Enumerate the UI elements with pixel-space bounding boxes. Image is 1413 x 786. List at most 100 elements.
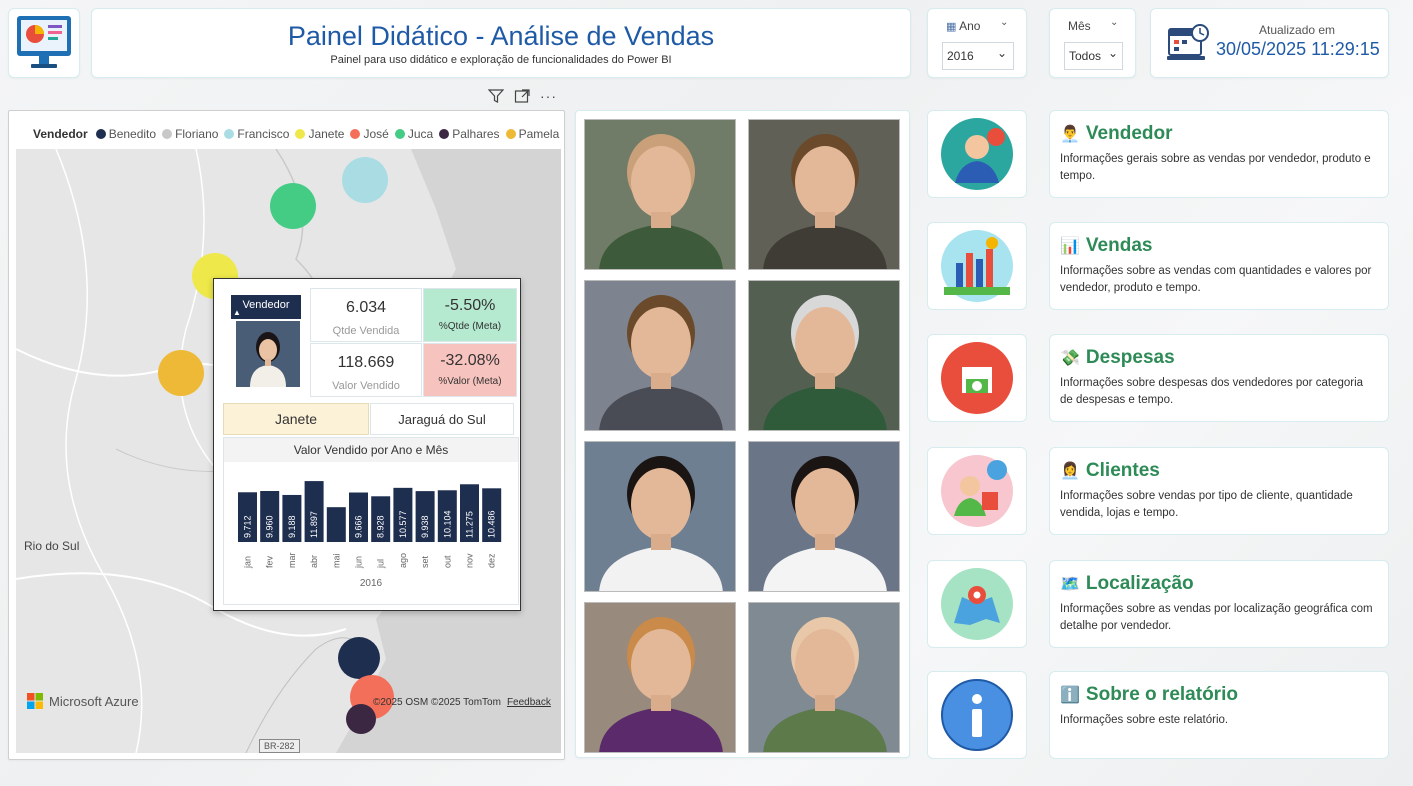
- legend-label: Juca: [407, 127, 434, 141]
- nav-card-title[interactable]: 📊 Vendas: [1060, 235, 1378, 257]
- vendor-portrait[interactable]: [584, 119, 736, 270]
- nav-card-title[interactable]: 🗺️ Localização: [1060, 573, 1378, 595]
- nav-title-text: Vendas: [1085, 235, 1153, 256]
- legend-item-janete[interactable]: Janete: [295, 127, 344, 141]
- filter-icon[interactable]: [487, 89, 505, 106]
- bar-data-label: 11.275: [465, 511, 475, 538]
- nav-emoji-icon: 🗺️: [1060, 576, 1080, 593]
- nav-icon-4[interactable]: [927, 560, 1027, 648]
- ano-slicer-label: ▦ Ano: [946, 19, 980, 33]
- valor-chart: Valor Vendido por Ano e Mês 9.712 jan 9.96…: [223, 437, 519, 605]
- legend-title: Vendedor: [33, 127, 88, 141]
- legend-dot: [350, 129, 361, 139]
- legend-item-benedito[interactable]: Benedito: [95, 127, 157, 141]
- qtde-vendida-value: 6.034: [345, 299, 387, 316]
- legend-dot: [394, 129, 405, 139]
- vendor-portrait[interactable]: [584, 280, 736, 431]
- vendor-portrait[interactable]: [584, 602, 736, 753]
- legend-label: Palhares: [452, 127, 500, 141]
- legend-item-juca[interactable]: Juca: [394, 127, 434, 141]
- chevron-down-icon[interactable]: ⌄: [1110, 17, 1118, 28]
- chevron-down-icon[interactable]: ⌄: [1000, 17, 1008, 28]
- map-bubble-pamela[interactable]: [158, 350, 204, 396]
- qtde-meta-value: -5.50%: [444, 297, 496, 314]
- bar-data-label: 10.577: [398, 510, 408, 538]
- x-tick-label: nov: [465, 553, 475, 568]
- legend-item-palhares[interactable]: Palhares: [439, 127, 500, 141]
- valor-meta-card: -32.08% %Valor (Meta): [423, 343, 517, 397]
- nav-card-clientes[interactable]: 👩‍💼 Clientes Informações sobre vendas por …: [1049, 447, 1389, 535]
- nav-icon-1[interactable]: [927, 222, 1027, 310]
- valor-vendido-value: 118.669: [337, 354, 395, 371]
- nav-icon-5[interactable]: [927, 671, 1027, 759]
- feedback-link[interactable]: Feedback: [507, 697, 551, 708]
- nav-icon-0[interactable]: [927, 110, 1027, 198]
- legend-item-josé[interactable]: José: [350, 127, 389, 141]
- ano-value: 2016: [947, 49, 974, 63]
- app-logo: [8, 8, 80, 78]
- portrait-image: [585, 442, 735, 591]
- nav-card-description: Informações sobre despesas dos vendedore…: [1060, 377, 1364, 406]
- legend-item-francisco[interactable]: Francisco: [224, 127, 289, 141]
- nav-card-vendas[interactable]: 📊 Vendas Informações sobre as vendas com q…: [1049, 222, 1389, 310]
- mes-dropdown[interactable]: Todos ⌄: [1064, 42, 1123, 70]
- portrait-image: [749, 603, 899, 752]
- vendedor-chip: Vendedor: [231, 295, 301, 319]
- vendor-portrait[interactable]: [748, 119, 900, 270]
- map-legend: Vendedor Benedito Floriano Francisco Janete…: [33, 127, 559, 141]
- x-tick-label: jan: [243, 556, 253, 569]
- map-attribution: ©2025 OSM ©2025 TomTom Feedback: [373, 697, 551, 708]
- nav-card-title[interactable]: 💸 Despesas: [1060, 347, 1378, 369]
- map-bubble-palhares[interactable]: [346, 704, 376, 734]
- page-subtitle: Painel para uso didático e exploração de…: [330, 54, 672, 66]
- legend-item-pamela[interactable]: Pamela: [505, 127, 560, 141]
- focus-mode-icon[interactable]: [514, 89, 530, 106]
- vendor-portrait[interactable]: [748, 280, 900, 431]
- valor-meta-label: %Valor (Meta): [438, 376, 502, 387]
- nav-card-description: Informações gerais sobre as vendas por v…: [1060, 153, 1371, 182]
- vendor-portrait[interactable]: [584, 441, 736, 592]
- x-tick-label: set: [420, 555, 430, 568]
- mes-slicer[interactable]: Mês ⌄ Todos ⌄: [1049, 8, 1136, 78]
- legend-label: Benedito: [108, 127, 157, 141]
- bar-mai[interactable]: [326, 507, 346, 542]
- bar-data-label: 9.188: [287, 515, 297, 538]
- nav-card-sobre-o-relatório[interactable]: ℹ️ Sobre o relatório Informações sobre est…: [1049, 671, 1389, 759]
- vendor-portrait[interactable]: [748, 441, 900, 592]
- ano-label-text: Ano: [959, 19, 981, 33]
- vendor-photo-grid: [575, 110, 910, 758]
- monitor-dashboard-icon: [17, 16, 71, 68]
- nav-title-text: Vendedor: [1085, 123, 1173, 144]
- nav-card-title[interactable]: ℹ️ Sobre o relatório: [1060, 684, 1378, 706]
- map-road-label: BR-282: [259, 739, 300, 753]
- legend-item-floriano[interactable]: Floriano: [162, 127, 218, 141]
- updated-card: Atualizado em 30/05/2025 11:29:15: [1150, 8, 1389, 78]
- map-bubble-juca[interactable]: [270, 183, 316, 229]
- nav-illustration-icon: [941, 455, 1013, 527]
- nav-emoji-icon: 👩‍💼: [1060, 463, 1080, 480]
- ano-slicer[interactable]: ▦ Ano ⌄ 2016 ⌄: [927, 8, 1027, 78]
- bar-data-label: 11.897: [309, 511, 319, 538]
- chart-title: Valor Vendido por Ano e Mês: [224, 438, 518, 462]
- updated-value: 30/05/2025 11:29:15: [1216, 39, 1380, 59]
- nav-card-despesas[interactable]: 💸 Despesas Informações sobre despesas dos …: [1049, 334, 1389, 422]
- vendor-portrait[interactable]: [748, 602, 900, 753]
- legend-label: Pamela: [518, 127, 560, 141]
- more-options-icon[interactable]: ···: [540, 89, 557, 106]
- ano-dropdown[interactable]: 2016 ⌄: [942, 42, 1014, 70]
- portrait-image: [749, 120, 899, 269]
- map-bubble-benedito[interactable]: [338, 637, 380, 679]
- nav-card-vendedor[interactable]: 👨‍💼 Vendedor Informações gerais sobre as v…: [1049, 110, 1389, 198]
- bar-chart: 9.712 jan 9.960 fev 9.188 mar 11.897 abr mai 9.66…: [238, 481, 502, 589]
- map-bubble-francisco[interactable]: [342, 157, 388, 203]
- bar-data-label: 9.960: [265, 515, 275, 538]
- x-axis-label: 2016: [360, 578, 383, 589]
- nav-card-localização[interactable]: 🗺️ Localização Informações sobre as vendas…: [1049, 560, 1389, 648]
- nav-card-title[interactable]: 👨‍💼 Vendedor: [1060, 123, 1378, 145]
- x-tick-label: jun: [354, 556, 364, 569]
- qtde-vendida-label: Qtde Vendida: [332, 325, 400, 337]
- nav-card-title[interactable]: 👩‍💼 Clientes: [1060, 460, 1378, 482]
- caret-up-icon: ▲: [233, 308, 241, 317]
- nav-icon-3[interactable]: [927, 447, 1027, 535]
- nav-icon-2[interactable]: [927, 334, 1027, 422]
